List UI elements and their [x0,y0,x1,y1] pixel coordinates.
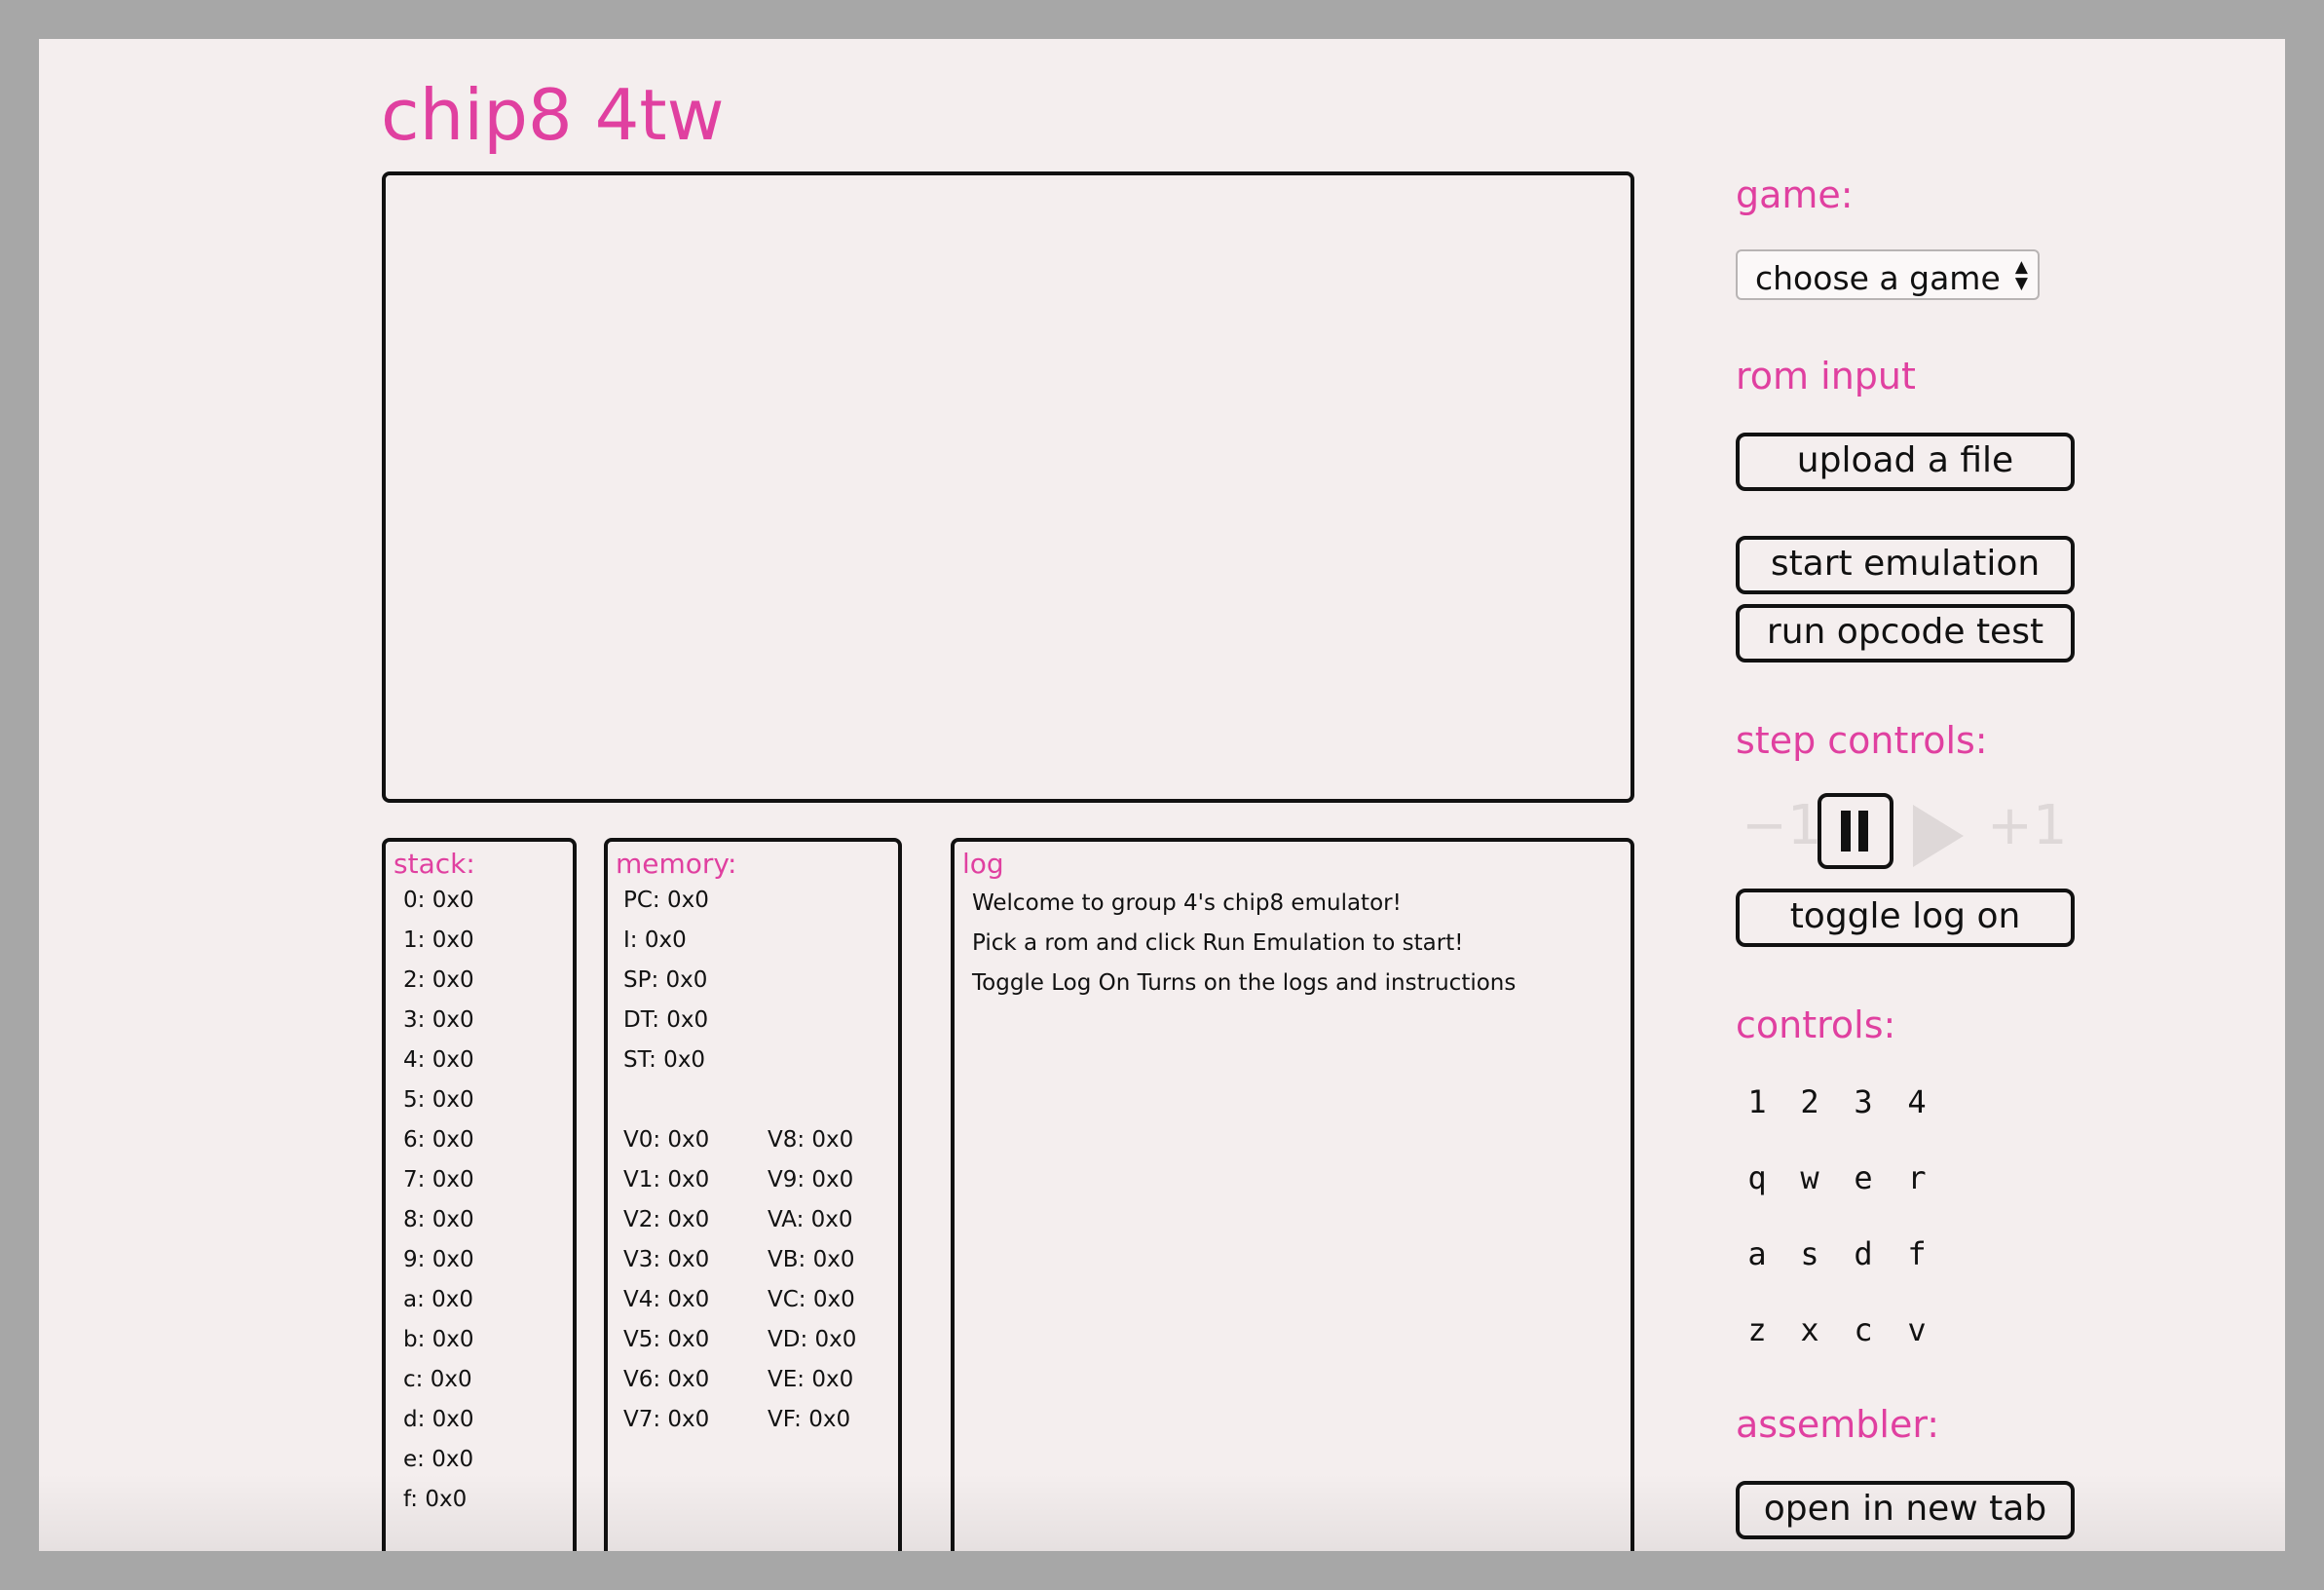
v-register: V8: 0x0 [768,1127,854,1153]
stack-entry: 2: 0x0 [403,967,474,993]
key-q: q [1747,1159,1767,1196]
register-list: PC: 0x0 I: 0x0 SP: 0x0 DT: 0x0 ST: 0x0 [623,881,709,1080]
stack-entry: 6: 0x0 [403,1127,474,1153]
stack-entry: c: 0x0 [403,1367,472,1392]
v-register: V9: 0x0 [768,1167,854,1192]
app-page: chip8 4tw stack: 0: 0x0 1: 0x0 2: 0x0 3:… [39,39,2285,1551]
key-w: w [1800,1159,1819,1196]
step-controls-heading: step controls: [1736,719,1988,762]
v-register: V5: 0x0 [623,1327,710,1352]
stack-entry: a: 0x0 [403,1287,474,1312]
key-3: 3 [1854,1083,1873,1120]
v-register: VB: 0x0 [768,1247,855,1272]
v-register: V0: 0x0 [623,1127,710,1153]
v-register: V1: 0x0 [623,1167,710,1192]
key-4: 4 [1907,1083,1927,1120]
register-st: ST: 0x0 [623,1047,706,1073]
key-x: x [1800,1311,1819,1348]
select-arrows-icon: ▲ ▼ [2014,257,2028,293]
assembler-heading: assembler: [1736,1403,1940,1446]
play-icon[interactable] [1913,805,1964,867]
open-assembler-button[interactable]: open in new tab [1736,1481,2075,1539]
key-e: e [1854,1159,1873,1196]
log-line-instructions: Pick a rom and click Run Emulation to st… [972,930,1463,956]
log-highlight: Run Emulation [1202,930,1366,956]
log-highlight: Toggle Log On [972,970,1131,996]
toggle-log-button[interactable]: toggle log on [1736,889,2075,947]
pause-icon [1841,811,1851,852]
log-panel: log Welcome to group 4's chip8 emulator!… [951,838,1634,1551]
log-text: Turns on the logs and instructions [1130,970,1517,996]
memory-title: memory: [616,848,737,880]
register-sp: SP: 0x0 [623,967,708,993]
game-select[interactable]: choose a game ▲ ▼ [1736,249,2040,300]
log-title: log [962,848,1004,880]
memory-panel: memory: PC: 0x0 I: 0x0 SP: 0x0 DT: 0x0 S… [604,838,902,1551]
key-1: 1 [1747,1083,1767,1120]
log-line-welcome: Welcome to group 4's chip8 emulator! [972,890,1402,916]
step-back-button[interactable]: −1 [1742,799,1822,853]
stack-entry: 5: 0x0 [403,1087,474,1113]
stack-panel: stack: 0: 0x0 1: 0x0 2: 0x0 3: 0x0 4: 0x… [382,838,577,1551]
key-d: d [1854,1235,1873,1272]
v-register: VA: 0x0 [768,1207,853,1232]
key-c: c [1854,1311,1873,1348]
key-v: v [1907,1311,1927,1348]
v-register: VF: 0x0 [768,1407,851,1432]
log-line-toggle: Toggle Log On Turns on the logs and inst… [972,970,1516,996]
stack-entry: f: 0x0 [403,1487,468,1512]
log-text: to start! [1365,930,1464,956]
stack-entry: b: 0x0 [403,1327,474,1352]
key-a: a [1747,1235,1767,1272]
start-emulation-button[interactable]: start emulation [1736,536,2075,594]
v-registers-left: V0: 0x0 V1: 0x0 V2: 0x0 V3: 0x0 V4: 0x0 … [623,1120,709,1440]
v-register: V4: 0x0 [623,1287,710,1312]
pause-icon-bar [1858,811,1868,852]
stack-entry: 1: 0x0 [403,928,474,953]
v-register: V6: 0x0 [623,1367,710,1392]
key-f: f [1907,1235,1927,1272]
key-s: s [1800,1235,1819,1272]
v-register: V2: 0x0 [623,1207,710,1232]
register-dt: DT: 0x0 [623,1007,709,1033]
stack-entry: d: 0x0 [403,1407,474,1432]
v-register: VE: 0x0 [768,1367,854,1392]
rom-input-heading: rom input [1736,355,1916,398]
register-i: I: 0x0 [623,928,687,953]
stack-title: stack: [394,848,475,880]
key-z: z [1747,1311,1767,1348]
v-register: VD: 0x0 [768,1327,857,1352]
stack-list: 0: 0x0 1: 0x0 2: 0x0 3: 0x0 4: 0x0 5: 0x… [403,881,474,1520]
stack-entry: e: 0x0 [403,1447,474,1472]
run-opcode-test-button[interactable]: run opcode test [1736,604,2075,662]
log-text: Pick a rom and click [972,930,1203,956]
v-register: V7: 0x0 [623,1407,710,1432]
emulator-display [382,171,1634,803]
page-title: chip8 4tw [381,74,725,156]
controls-heading: controls: [1736,1003,1896,1046]
v-register: VC: 0x0 [768,1287,855,1312]
pause-button[interactable] [1818,793,1893,869]
register-pc: PC: 0x0 [623,888,709,913]
upload-file-button[interactable]: upload a file [1736,433,2075,491]
key-r: r [1907,1159,1927,1196]
v-registers-right: V8: 0x0 V9: 0x0 VA: 0x0 VB: 0x0 VC: 0x0 … [768,1120,856,1440]
v-register: V3: 0x0 [623,1247,710,1272]
step-forward-button[interactable]: +1 [1987,799,2068,853]
key-2: 2 [1800,1083,1819,1120]
stack-entry: 3: 0x0 [403,1007,474,1033]
stack-entry: 7: 0x0 [403,1167,474,1192]
stack-entry: 8: 0x0 [403,1207,474,1232]
stack-entry: 9: 0x0 [403,1247,474,1272]
game-select-value: choose a game [1755,259,2001,297]
game-heading: game: [1736,173,1854,216]
stack-entry: 0: 0x0 [403,888,474,913]
stack-entry: 4: 0x0 [403,1047,474,1073]
